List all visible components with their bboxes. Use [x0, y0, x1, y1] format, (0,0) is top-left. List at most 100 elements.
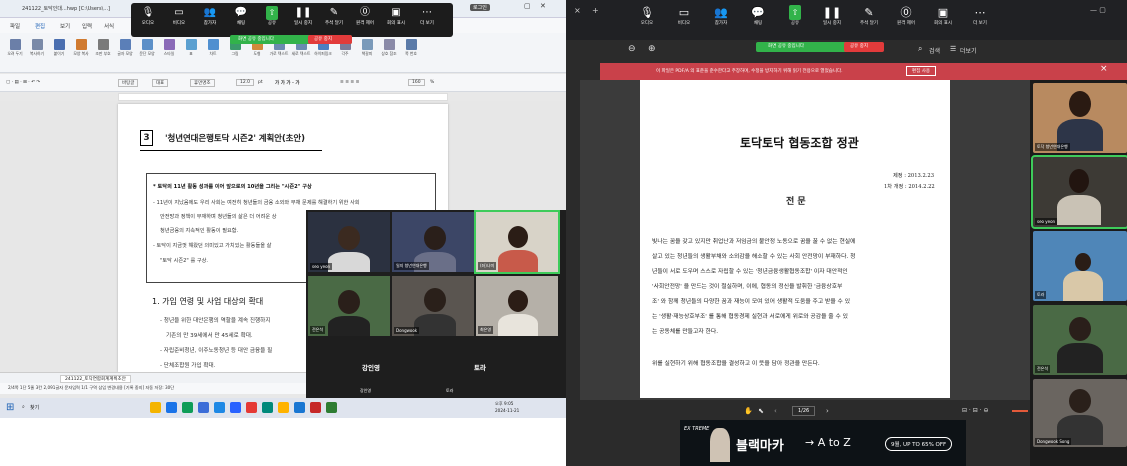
zoom-share-button[interactable]: ⇧ 공유	[780, 5, 810, 26]
font-select[interactable]: 휴먼명조	[190, 79, 215, 87]
video-tile[interactable]: 일지 청년연대은행	[392, 212, 474, 272]
zoom-participants-button[interactable]: 👥 참가자	[195, 6, 225, 26]
enable-edit-button[interactable]: 편집 사용	[906, 66, 936, 76]
view-icons[interactable]: ⊟ · ⊟ · ⊖	[962, 407, 989, 414]
zoom-participants-button[interactable]: 👥 참가자	[706, 5, 736, 26]
zoom-pause-button[interactable]: ❚❚ 일시 중지	[817, 5, 847, 26]
window-controls[interactable]: — ▢	[1090, 6, 1106, 14]
hand-icon[interactable]: ✋	[744, 407, 753, 415]
maximize-icon[interactable]: ▢	[524, 2, 531, 10]
zoom-remote-button[interactable]: ⓪ 원격 제어	[350, 6, 380, 26]
ribbon-button[interactable]: 스타일	[158, 37, 180, 71]
more-label[interactable]: 더보기	[960, 46, 977, 55]
stop-share-button[interactable]: 공유 중지	[308, 35, 352, 44]
ribbon-button[interactable]: 책갈피	[356, 37, 378, 71]
login-button[interactable]: 로그인	[470, 4, 490, 11]
taskbar-app-icon[interactable]	[198, 402, 209, 413]
style-select[interactable]: 바탕글	[118, 79, 139, 87]
menu-format[interactable]: 서식	[104, 22, 114, 30]
menu-insert[interactable]: 입력	[82, 22, 92, 30]
zoom-control-label: 비디오	[677, 21, 691, 26]
side-video-tile[interactable]: 전은석	[1033, 305, 1127, 375]
list-icon[interactable]: ☰	[950, 45, 956, 53]
zoom-share-button[interactable]: ⇧ 공유	[257, 6, 287, 26]
zoom-chat-button[interactable]: 💬 채팅	[743, 5, 773, 26]
taskbar-app-icon[interactable]	[294, 402, 305, 413]
close-banner-icon[interactable]: ×	[1100, 64, 1108, 74]
line-spacing-input[interactable]: 160	[408, 79, 425, 86]
zoom-mic-button[interactable]: 🎙 오디오	[632, 5, 662, 26]
next-page-icon[interactable]: ›	[826, 407, 829, 415]
menu-edit[interactable]: 편집	[35, 22, 45, 30]
search-icon[interactable]: ⌕	[918, 44, 922, 54]
taskbar-app-icon[interactable]	[214, 402, 225, 413]
ribbon-button[interactable]: 오려 두기	[4, 37, 26, 71]
zoom-more-button[interactable]: ⋯ 더 보기	[965, 5, 995, 26]
new-tab-icon[interactable]: +	[592, 6, 599, 15]
taskbar-app-icon[interactable]	[166, 402, 177, 413]
select-icon[interactable]: ⬉	[758, 407, 764, 415]
ribbon-button[interactable]: 쪽 번호	[400, 37, 422, 71]
font-type-select[interactable]: 대표	[152, 79, 169, 87]
ribbon-button[interactable]: 문단 모양	[136, 37, 158, 71]
zoom-pause-button[interactable]: ❚❚ 일시 중지	[288, 6, 318, 26]
ribbon-button[interactable]: 차트	[202, 37, 224, 71]
zoom-annotate-button[interactable]: ✎ 주석 달기	[319, 6, 349, 26]
taskbar-app-icon[interactable]	[326, 402, 337, 413]
zoom-slider[interactable]	[1012, 410, 1028, 412]
ribbon-button[interactable]: 모양 복사	[70, 37, 92, 71]
zoom-chat-button[interactable]: 💬 채팅	[226, 6, 256, 26]
text-style-buttons[interactable]: 가 가 가 · 가	[275, 80, 300, 86]
align-buttons[interactable]: ≡ ≡ ≡ ≡	[340, 80, 359, 85]
video-tile-active[interactable]: (좌)나미	[474, 210, 560, 274]
zoom-more-button[interactable]: ⋯ 더 보기	[412, 6, 442, 26]
menu-file[interactable]: 파일	[10, 22, 20, 30]
pdf-bottom-bar: ✋ ⬉ ‹ 1/26 › ⊟ · ⊟ · ⊖	[580, 402, 1030, 420]
video-tile[interactable]: Dongwook	[392, 276, 474, 336]
ribbon-button[interactable]: 조판 부호	[92, 37, 114, 71]
format-icons[interactable]: ▢ · ▤ · ⊞ · ↶ ↷	[6, 80, 40, 85]
taskbar-app-icon[interactable]	[182, 402, 193, 413]
stop-share-button[interactable]: 공유 중지	[844, 42, 884, 52]
page-indicator[interactable]: 1/26	[792, 406, 816, 416]
prev-page-icon[interactable]: ‹	[774, 407, 777, 415]
ribbon-button[interactable]: 표	[180, 37, 202, 71]
taskbar-app-icon[interactable]	[310, 402, 321, 413]
close-icon[interactable]: ✕	[540, 2, 546, 10]
video-tile[interactable]: 전은석	[308, 276, 390, 336]
ribbon-label: 모양 복사	[73, 51, 89, 56]
ribbon-button[interactable]: 상호 참조	[378, 37, 400, 71]
zoom-annotate-button[interactable]: ✎ 주석 달기	[854, 5, 884, 26]
ad-banner[interactable]: EX TREME 블랙마카 → A to Z 9월, UP TO 65% OFF	[680, 420, 966, 466]
side-video-tile-active[interactable]: seo yeon	[1031, 155, 1127, 229]
search-label[interactable]: 검색	[929, 46, 940, 55]
menu-view[interactable]: 보기	[60, 22, 70, 30]
side-video-tile[interactable]: 토라	[1033, 231, 1127, 301]
zoom-remote-button[interactable]: ⓪ 원격 제어	[891, 5, 921, 26]
zoom-out-icon[interactable]: ⊖	[628, 44, 636, 54]
zoom-video-button[interactable]: ▭ 비디오	[164, 6, 194, 26]
taskbar-app-icon[interactable]	[150, 402, 161, 413]
zoom-in-icon[interactable]: ⊕	[648, 44, 656, 54]
ribbon-button[interactable]: 붙이기	[48, 37, 70, 71]
ruler[interactable]	[118, 93, 448, 101]
taskbar-app-icon[interactable]	[262, 402, 273, 413]
taskbar-app-icon[interactable]	[246, 402, 257, 413]
zoom-apps-button[interactable]: ▣ 회의 표시	[381, 6, 411, 26]
zoom-control-label: 원격 제어	[356, 21, 374, 26]
side-video-tile[interactable]: Dongwook Song	[1033, 379, 1127, 447]
taskbar-app-icon[interactable]	[230, 402, 241, 413]
font-size-input[interactable]: 12.0	[236, 79, 255, 86]
zoom-apps-button[interactable]: ▣ 회의 표시	[928, 5, 958, 26]
video-tile[interactable]: seo yeon	[308, 212, 390, 272]
ad-button[interactable]: 9월, UP TO 65% OFF	[885, 437, 953, 451]
taskbar-app-icon[interactable]	[278, 402, 289, 413]
zoom-mic-button[interactable]: 🎙 오디오	[133, 6, 163, 26]
ribbon-button[interactable]: 복사하기	[26, 37, 48, 71]
ribbon-button[interactable]: 글자 모양	[114, 37, 136, 71]
close-tab-icon[interactable]: ×	[574, 6, 581, 15]
video-tile[interactable]: 최은영	[476, 276, 558, 336]
document-tab[interactable]: 241122_토닥연합회계계획초안	[60, 375, 131, 383]
zoom-video-button[interactable]: ▭ 비디오	[669, 5, 699, 26]
side-video-tile[interactable]: 토닥 청년연대은행	[1033, 83, 1127, 153]
